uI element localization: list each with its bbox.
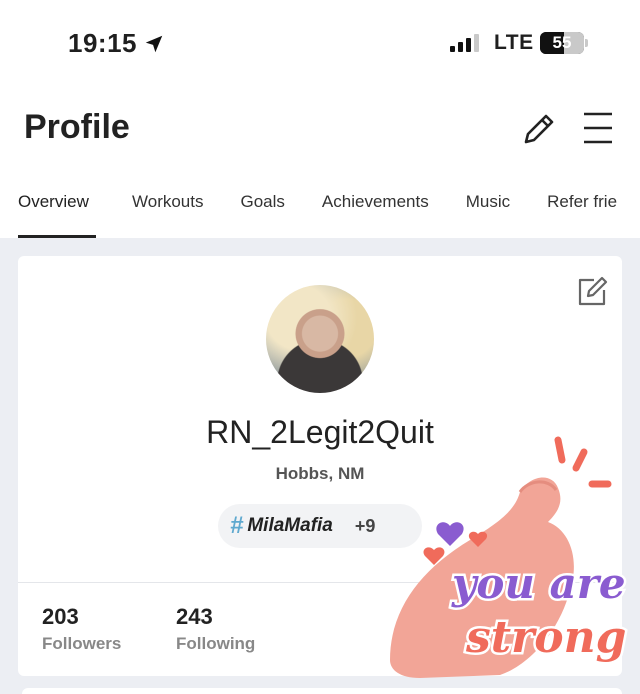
tag-name: MilaMafia (247, 515, 333, 536)
clock-text: 19:15 (68, 28, 137, 58)
status-time: 19:15 (68, 28, 165, 59)
next-card-edge (22, 688, 622, 694)
page-title: Profile (24, 108, 130, 146)
location-arrow-icon (145, 35, 163, 52)
network-type: LTE (494, 31, 534, 54)
tag-more-count: +9 (354, 515, 376, 536)
sticker-text-bottom: strong (465, 612, 626, 663)
battery-icon: 55 (540, 32, 584, 54)
edit-card-button[interactable] (574, 274, 610, 310)
menu-button[interactable] (580, 110, 616, 146)
hashtag-icon: # (230, 512, 244, 539)
followers-label: Followers (42, 634, 122, 653)
sticker-text-top: you are (451, 559, 626, 608)
hamburger-menu-icon (584, 112, 612, 144)
edit-square-icon (578, 276, 608, 306)
battery-percent: 55 (552, 33, 572, 52)
following-count: 243 (176, 604, 213, 629)
strong-arm-sticker: you are strong (390, 436, 629, 678)
following-stat[interactable]: 243 Following (176, 604, 255, 654)
tab-goals[interactable]: Goals (241, 182, 285, 238)
tab-workouts[interactable]: Workouts (132, 182, 204, 238)
followers-count: 203 (42, 604, 79, 629)
battery-tip (585, 39, 588, 47)
pencil-icon (524, 114, 554, 144)
profile-tabs: Overview Workouts Goals Achievements Mus… (0, 182, 640, 238)
avatar[interactable] (266, 285, 374, 393)
cellular-signal-icon (450, 34, 479, 52)
heart-icon (436, 522, 464, 546)
tab-music[interactable]: Music (466, 182, 510, 238)
tab-achievements[interactable]: Achievements (322, 182, 429, 238)
tab-overview[interactable]: Overview (18, 182, 96, 238)
edit-profile-button[interactable] (518, 108, 560, 150)
status-bar: 19:15 LTE 55 (0, 0, 640, 88)
tab-refer-friends[interactable]: Refer frie (547, 182, 617, 238)
followers-stat[interactable]: 203 Followers (42, 604, 121, 654)
following-label: Following (176, 634, 256, 653)
